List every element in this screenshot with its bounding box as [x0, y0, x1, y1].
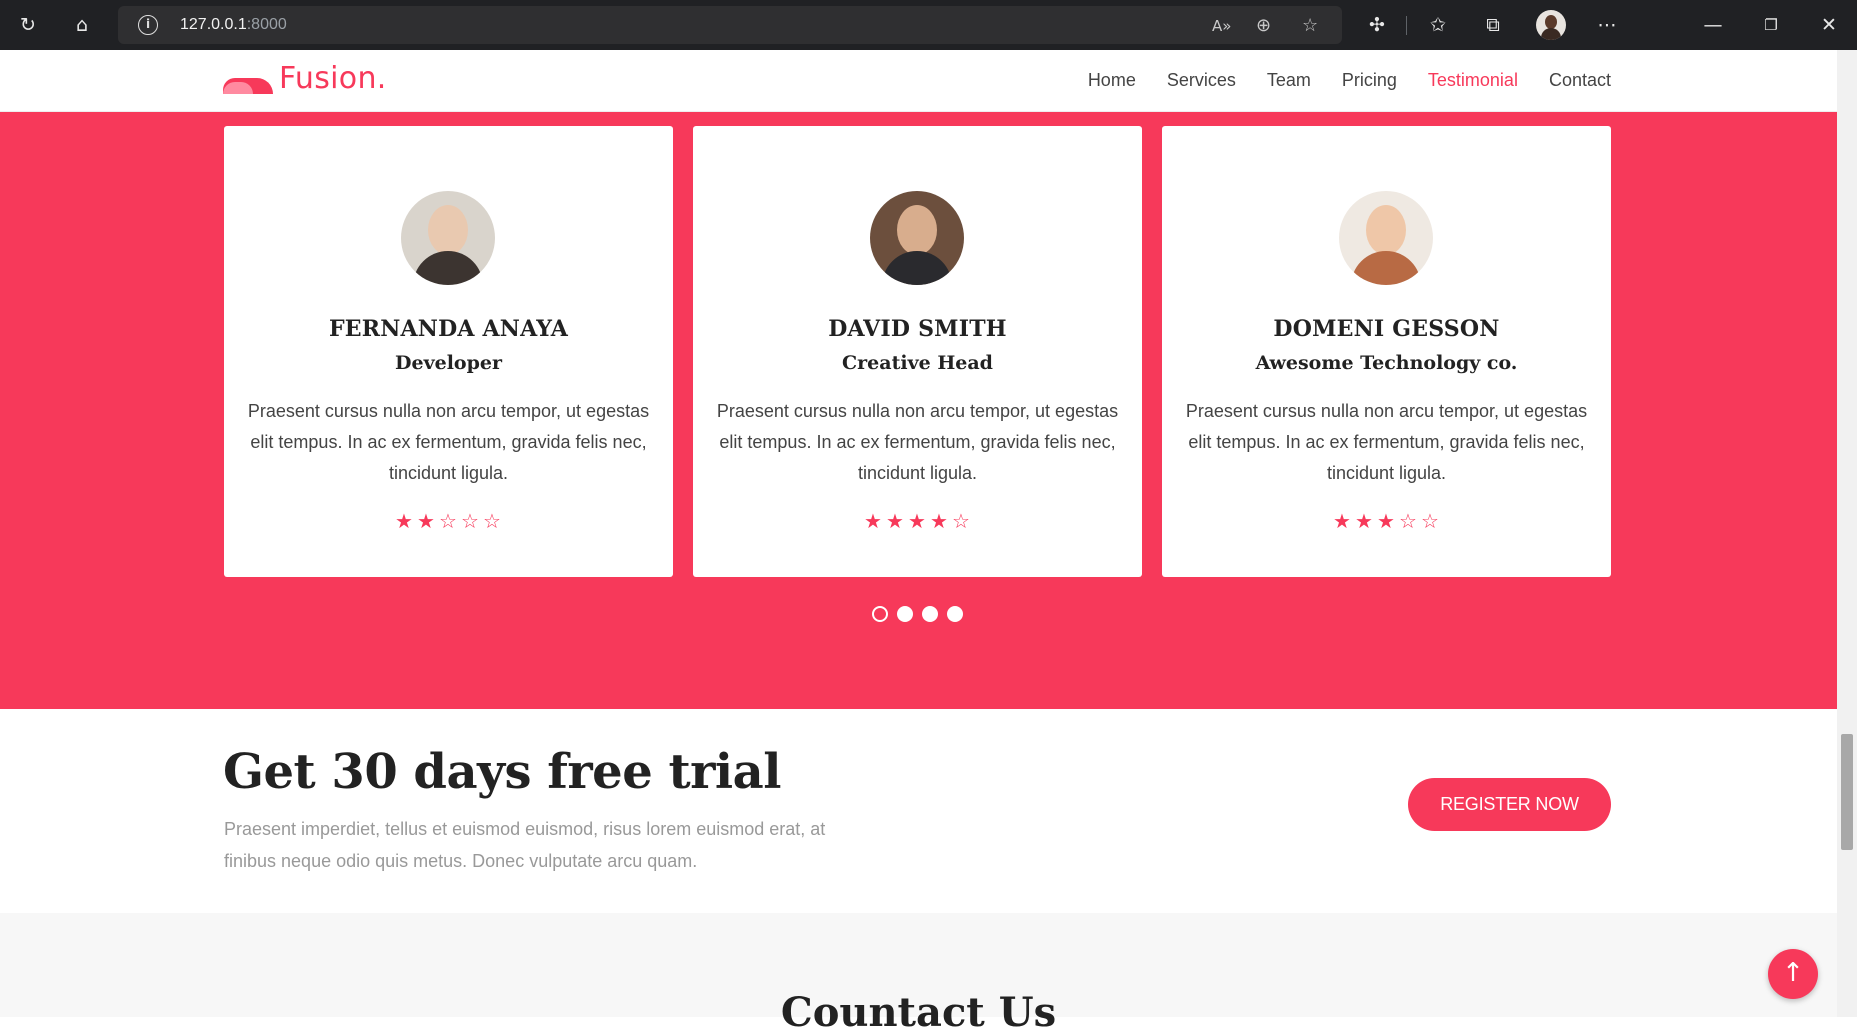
- site-logo[interactable]: Fusion.: [223, 64, 387, 94]
- avatar: [401, 191, 495, 285]
- back-to-top-button[interactable]: ↑: [1768, 949, 1818, 999]
- star-empty-icon: ☆: [1421, 509, 1440, 533]
- star-filled-icon: ★: [930, 509, 949, 533]
- nav-contact[interactable]: Contact: [1549, 70, 1611, 91]
- testimonial-role: Awesome Technology co.: [1255, 352, 1518, 374]
- more-icon[interactable]: ⋯: [1590, 8, 1624, 42]
- star-filled-icon: ★: [864, 509, 883, 533]
- star-empty-icon: ☆: [1399, 509, 1418, 533]
- toolbar-divider: [1406, 16, 1407, 35]
- collections-icon[interactable]: ⧉: [1476, 8, 1510, 42]
- extensions-icon[interactable]: ✣: [1360, 8, 1394, 42]
- favorite-add-icon[interactable]: ☆: [1302, 15, 1318, 36]
- nav-pricing[interactable]: Pricing: [1342, 70, 1397, 91]
- testimonial-card: FERNANDA ANAYA Developer Praesent cursus…: [224, 126, 673, 577]
- star-rating: ★ ★ ★ ★ ☆: [693, 509, 1142, 533]
- refresh-icon[interactable]: ↻: [11, 8, 45, 42]
- testimonial-role: Creative Head: [842, 352, 993, 374]
- carousel-dot[interactable]: [897, 606, 913, 622]
- testimonial-card: DOMENI GESSON Awesome Technology co. Pra…: [1162, 126, 1611, 577]
- carousel-dot[interactable]: [872, 606, 888, 622]
- page-scrollbar[interactable]: [1837, 50, 1857, 1017]
- zoom-icon[interactable]: ⊕: [1256, 15, 1271, 36]
- star-filled-icon: ★: [417, 509, 436, 533]
- testimonial-section: FERNANDA ANAYA Developer Praesent cursus…: [0, 112, 1837, 709]
- star-empty-icon: ☆: [461, 509, 480, 533]
- testimonial-name: FERNANDA ANAYA: [328, 316, 569, 342]
- browser-toolbar: ↻ ⌂ i 127.0.0.1:8000 A» ⊕ ☆ ✣ ✩ ⧉ ⋯ — ❐ …: [0, 0, 1857, 50]
- minimize-icon[interactable]: —: [1696, 8, 1730, 42]
- testimonial-name: DAVID SMITH: [828, 316, 1007, 342]
- favorites-icon[interactable]: ✩: [1421, 8, 1455, 42]
- star-filled-icon: ★: [886, 509, 905, 533]
- close-icon[interactable]: ✕: [1812, 8, 1846, 42]
- avatar: [870, 191, 964, 285]
- testimonial-role: Developer: [395, 352, 502, 374]
- trial-description: Praesent imperdiet, tellus et euismod eu…: [224, 819, 826, 871]
- nav-home[interactable]: Home: [1088, 70, 1136, 91]
- home-icon[interactable]: ⌂: [65, 8, 99, 42]
- info-icon[interactable]: i: [138, 15, 158, 35]
- star-empty-icon: ☆: [483, 509, 502, 533]
- carousel-dots: [872, 606, 963, 622]
- nav-team[interactable]: Team: [1267, 70, 1311, 91]
- star-empty-icon: ☆: [439, 509, 458, 533]
- restore-icon[interactable]: ❐: [1754, 8, 1788, 42]
- star-filled-icon: ★: [1355, 509, 1374, 533]
- nav-services[interactable]: Services: [1167, 70, 1236, 91]
- address-bar[interactable]: i 127.0.0.1:8000 A» ⊕ ☆: [118, 6, 1342, 44]
- star-rating: ★ ★ ★ ☆ ☆: [1162, 509, 1611, 533]
- avatar: [1339, 191, 1433, 285]
- contact-section: Countact Us: [0, 913, 1837, 1036]
- testimonial-quote: Praesent cursus nulla non arcu tempor, u…: [716, 401, 1119, 483]
- star-filled-icon: ★: [1333, 509, 1352, 533]
- url-text[interactable]: 127.0.0.1:8000: [180, 16, 287, 34]
- profile-avatar[interactable]: [1536, 10, 1566, 40]
- nav-links: Home Services Team Pricing Testimonial C…: [1088, 70, 1611, 91]
- read-aloud-icon[interactable]: A»: [1212, 17, 1231, 35]
- site-navbar: Fusion. Home Services Team Pricing Testi…: [0, 50, 1837, 112]
- testimonial-card: DAVID SMITH Creative Head Praesent cursu…: [693, 126, 1142, 577]
- star-filled-icon: ★: [908, 509, 927, 533]
- nav-testimonial[interactable]: Testimonial: [1428, 70, 1518, 91]
- carousel-dot[interactable]: [947, 606, 963, 622]
- logo-text: Fusion.: [279, 61, 387, 96]
- star-filled-icon: ★: [1377, 509, 1396, 533]
- star-filled-icon: ★: [395, 509, 414, 533]
- scrollbar-thumb[interactable]: [1841, 734, 1853, 850]
- star-empty-icon: ☆: [952, 509, 971, 533]
- testimonial-name: DOMENI GESSON: [1273, 316, 1500, 342]
- contact-title: Countact Us: [780, 989, 1057, 1036]
- carousel-dot[interactable]: [922, 606, 938, 622]
- testimonial-quote: Praesent cursus nulla non arcu tempor, u…: [1185, 401, 1588, 483]
- register-now-button[interactable]: REGISTER NOW: [1408, 778, 1611, 831]
- trial-title: Get 30 days free trial: [223, 744, 781, 800]
- logo-mark-icon: [223, 72, 273, 94]
- testimonial-quote: Praesent cursus nulla non arcu tempor, u…: [247, 401, 650, 483]
- star-rating: ★ ★ ☆ ☆ ☆: [224, 509, 673, 533]
